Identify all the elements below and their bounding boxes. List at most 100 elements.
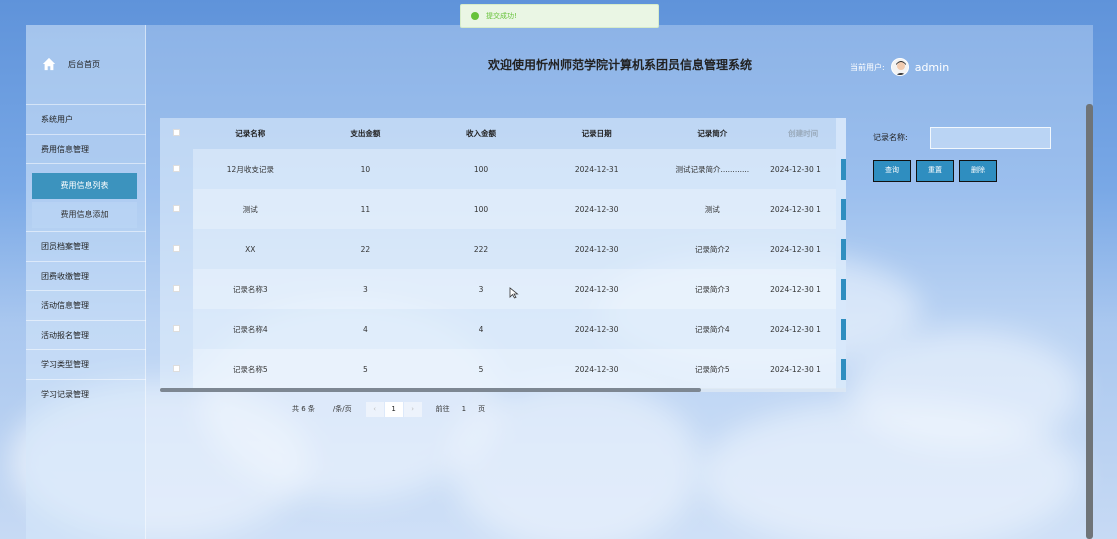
sidebar-menu: 系统用户 费用信息管理 费用信息列表 费用信息添加 团员档案管理 团费收缴管理 … bbox=[26, 104, 146, 408]
cell-record-name: 记录名称3 bbox=[193, 269, 308, 309]
sidebar-item-study-record[interactable]: 学习记录管理 bbox=[26, 378, 146, 409]
avatar-icon bbox=[891, 59, 908, 75]
success-toast: 提交成功! bbox=[460, 4, 659, 28]
home-icon bbox=[42, 57, 56, 71]
column-header: 创建时间 bbox=[788, 129, 819, 138]
header-checkbox-cell[interactable] bbox=[160, 118, 193, 149]
detail-button[interactable]: 详情 bbox=[841, 358, 846, 380]
row-checkbox-cell[interactable] bbox=[160, 189, 193, 229]
cell-created: 2024-12-30 1 bbox=[770, 269, 837, 309]
cell-actions: 详情 bbox=[836, 349, 846, 389]
row-checkbox[interactable] bbox=[173, 324, 181, 332]
cell-intro: 测试记录简介............ bbox=[654, 149, 771, 189]
avatar[interactable] bbox=[890, 58, 909, 76]
sidebar-item-system-users[interactable]: 系统用户 bbox=[26, 104, 146, 134]
cell-expense: 22 bbox=[307, 229, 424, 269]
horizontal-scroll-thumb[interactable] bbox=[160, 388, 701, 392]
column-header: 记录名称 bbox=[235, 129, 266, 138]
sidebar-item-activity-info[interactable]: 活动信息管理 bbox=[26, 290, 146, 320]
cell-date: 2024-12-30 bbox=[538, 269, 655, 309]
table-row: 记录名称3332024-12-30记录简介32024-12-30 1详情202 bbox=[160, 269, 846, 309]
sidebar-item-fee-management[interactable]: 费用信息管理 bbox=[26, 133, 146, 164]
cell-intro: 记录简介5 bbox=[654, 349, 771, 389]
cell-intro: 记录简介4 bbox=[654, 309, 771, 349]
cell-income: 4 bbox=[423, 309, 539, 349]
home-label: 后台首页 bbox=[68, 59, 100, 69]
next-page-button[interactable]: › bbox=[403, 401, 422, 417]
row-checkbox[interactable] bbox=[173, 284, 181, 292]
cell-expense: 10 bbox=[307, 149, 424, 189]
cell-date: 2024-12-31 bbox=[538, 149, 655, 189]
cell-created: 2024-12-30 1 bbox=[770, 309, 837, 349]
row-checkbox-cell[interactable] bbox=[160, 149, 193, 189]
page-size-select[interactable]: /条/页 bbox=[333, 404, 352, 414]
user-name: admin bbox=[914, 60, 950, 74]
page-number-current[interactable]: 1 bbox=[384, 401, 403, 417]
submenu-item-fee-list[interactable]: 费用信息列表 bbox=[32, 173, 137, 199]
detail-button[interactable]: 详情 bbox=[841, 158, 846, 180]
horizontal-scrollbar[interactable] bbox=[160, 388, 846, 392]
cell-actions: 详情 bbox=[836, 149, 846, 189]
row-checkbox-cell[interactable] bbox=[160, 309, 193, 349]
cell-intro: 记录简介3 bbox=[654, 269, 771, 309]
toast-text: 提交成功! bbox=[486, 12, 517, 20]
row-checkbox[interactable] bbox=[173, 364, 181, 372]
column-header: 记录简介 bbox=[697, 129, 728, 138]
table-row: 记录名称5552024-12-30记录简介52024-12-30 1详情202 bbox=[160, 349, 846, 389]
prev-page-button[interactable]: ‹ bbox=[365, 401, 384, 417]
row-checkbox-cell[interactable] bbox=[160, 269, 193, 309]
cell-record-name: 记录名称4 bbox=[193, 309, 308, 349]
row-checkbox[interactable] bbox=[173, 244, 181, 252]
cell-created: 2024-12-30 1 bbox=[770, 229, 837, 269]
row-checkbox-cell[interactable] bbox=[160, 349, 193, 389]
cell-income: 100 bbox=[423, 189, 539, 229]
cell-expense: 5 bbox=[307, 349, 424, 389]
cell-actions: 详情 bbox=[836, 309, 846, 349]
cell-actions: 详情 bbox=[836, 189, 846, 229]
cell-income: 5 bbox=[423, 349, 539, 389]
cell-intro: 测试 bbox=[654, 189, 771, 229]
cell-record-name: 12月收支记录 bbox=[193, 149, 308, 189]
row-checkbox[interactable] bbox=[173, 164, 181, 172]
fee-table: 记录名称 支出金额 收入金额 记录日期 记录简介 创建时间 操作 12月收支记录… bbox=[160, 118, 846, 392]
submenu-item-fee-add[interactable]: 费用信息添加 bbox=[32, 202, 137, 228]
table-row: 12月收支记录 10 100 2024-12-31 测试记录简介............… bbox=[160, 149, 846, 189]
column-header: 操作 bbox=[836, 118, 846, 149]
cell-date: 2024-12-30 bbox=[538, 189, 655, 229]
vertical-scrollbar[interactable] bbox=[1086, 104, 1093, 539]
vertical-scroll-thumb[interactable] bbox=[1086, 104, 1093, 539]
cell-date: 2024-12-30 bbox=[538, 229, 655, 269]
cell-expense: 3 bbox=[307, 269, 424, 309]
cell-created: 2024-12-30 1 bbox=[770, 189, 837, 229]
user-label: 当前用户: bbox=[850, 62, 885, 72]
cell-created: 2024-12-30 1 bbox=[770, 349, 837, 389]
cell-date: 2024-12-30 bbox=[538, 309, 655, 349]
query-button[interactable]: 查询 bbox=[873, 160, 911, 182]
detail-button[interactable]: 详情 bbox=[841, 278, 846, 300]
select-all-checkbox[interactable] bbox=[173, 129, 181, 136]
cell-actions: 详情 bbox=[836, 269, 846, 309]
cell-record-name: 测试 bbox=[193, 189, 308, 229]
sidebar-item-dues-collection[interactable]: 团费收缴管理 bbox=[26, 260, 146, 291]
sidebar-item-study-type[interactable]: 学习类型管理 bbox=[26, 349, 146, 379]
detail-button[interactable]: 详情 bbox=[841, 198, 846, 220]
cell-record-name: 记录名称5 bbox=[193, 349, 308, 389]
table-row: XX222222024-12-30记录简介22024-12-30 1详情202 bbox=[160, 229, 846, 269]
success-check-icon bbox=[471, 12, 479, 20]
detail-button[interactable]: 详情 bbox=[841, 238, 846, 260]
cell-income: 3 bbox=[423, 269, 539, 309]
sidebar-item-activity-signup[interactable]: 活动报名管理 bbox=[26, 319, 146, 350]
detail-button[interactable]: 详情 bbox=[841, 318, 846, 340]
table-row: 测试111002024-12-30测试2024-12-30 1详情202 bbox=[160, 189, 846, 229]
cell-intro: 记录简介2 bbox=[654, 229, 771, 269]
row-checkbox[interactable] bbox=[173, 204, 181, 212]
delete-button[interactable]: 删除 bbox=[959, 160, 997, 182]
sidebar-item-member-archive[interactable]: 团员档案管理 bbox=[26, 231, 146, 261]
row-checkbox-cell[interactable] bbox=[160, 229, 193, 269]
goto-page-input[interactable]: 1 bbox=[462, 405, 466, 413]
record-name-search-input[interactable] bbox=[930, 127, 1051, 149]
cell-expense: 11 bbox=[307, 189, 424, 229]
home-link[interactable]: 后台首页 bbox=[42, 57, 100, 71]
reset-button[interactable]: 重置 bbox=[916, 160, 954, 182]
column-header: 记录日期 bbox=[581, 129, 612, 138]
